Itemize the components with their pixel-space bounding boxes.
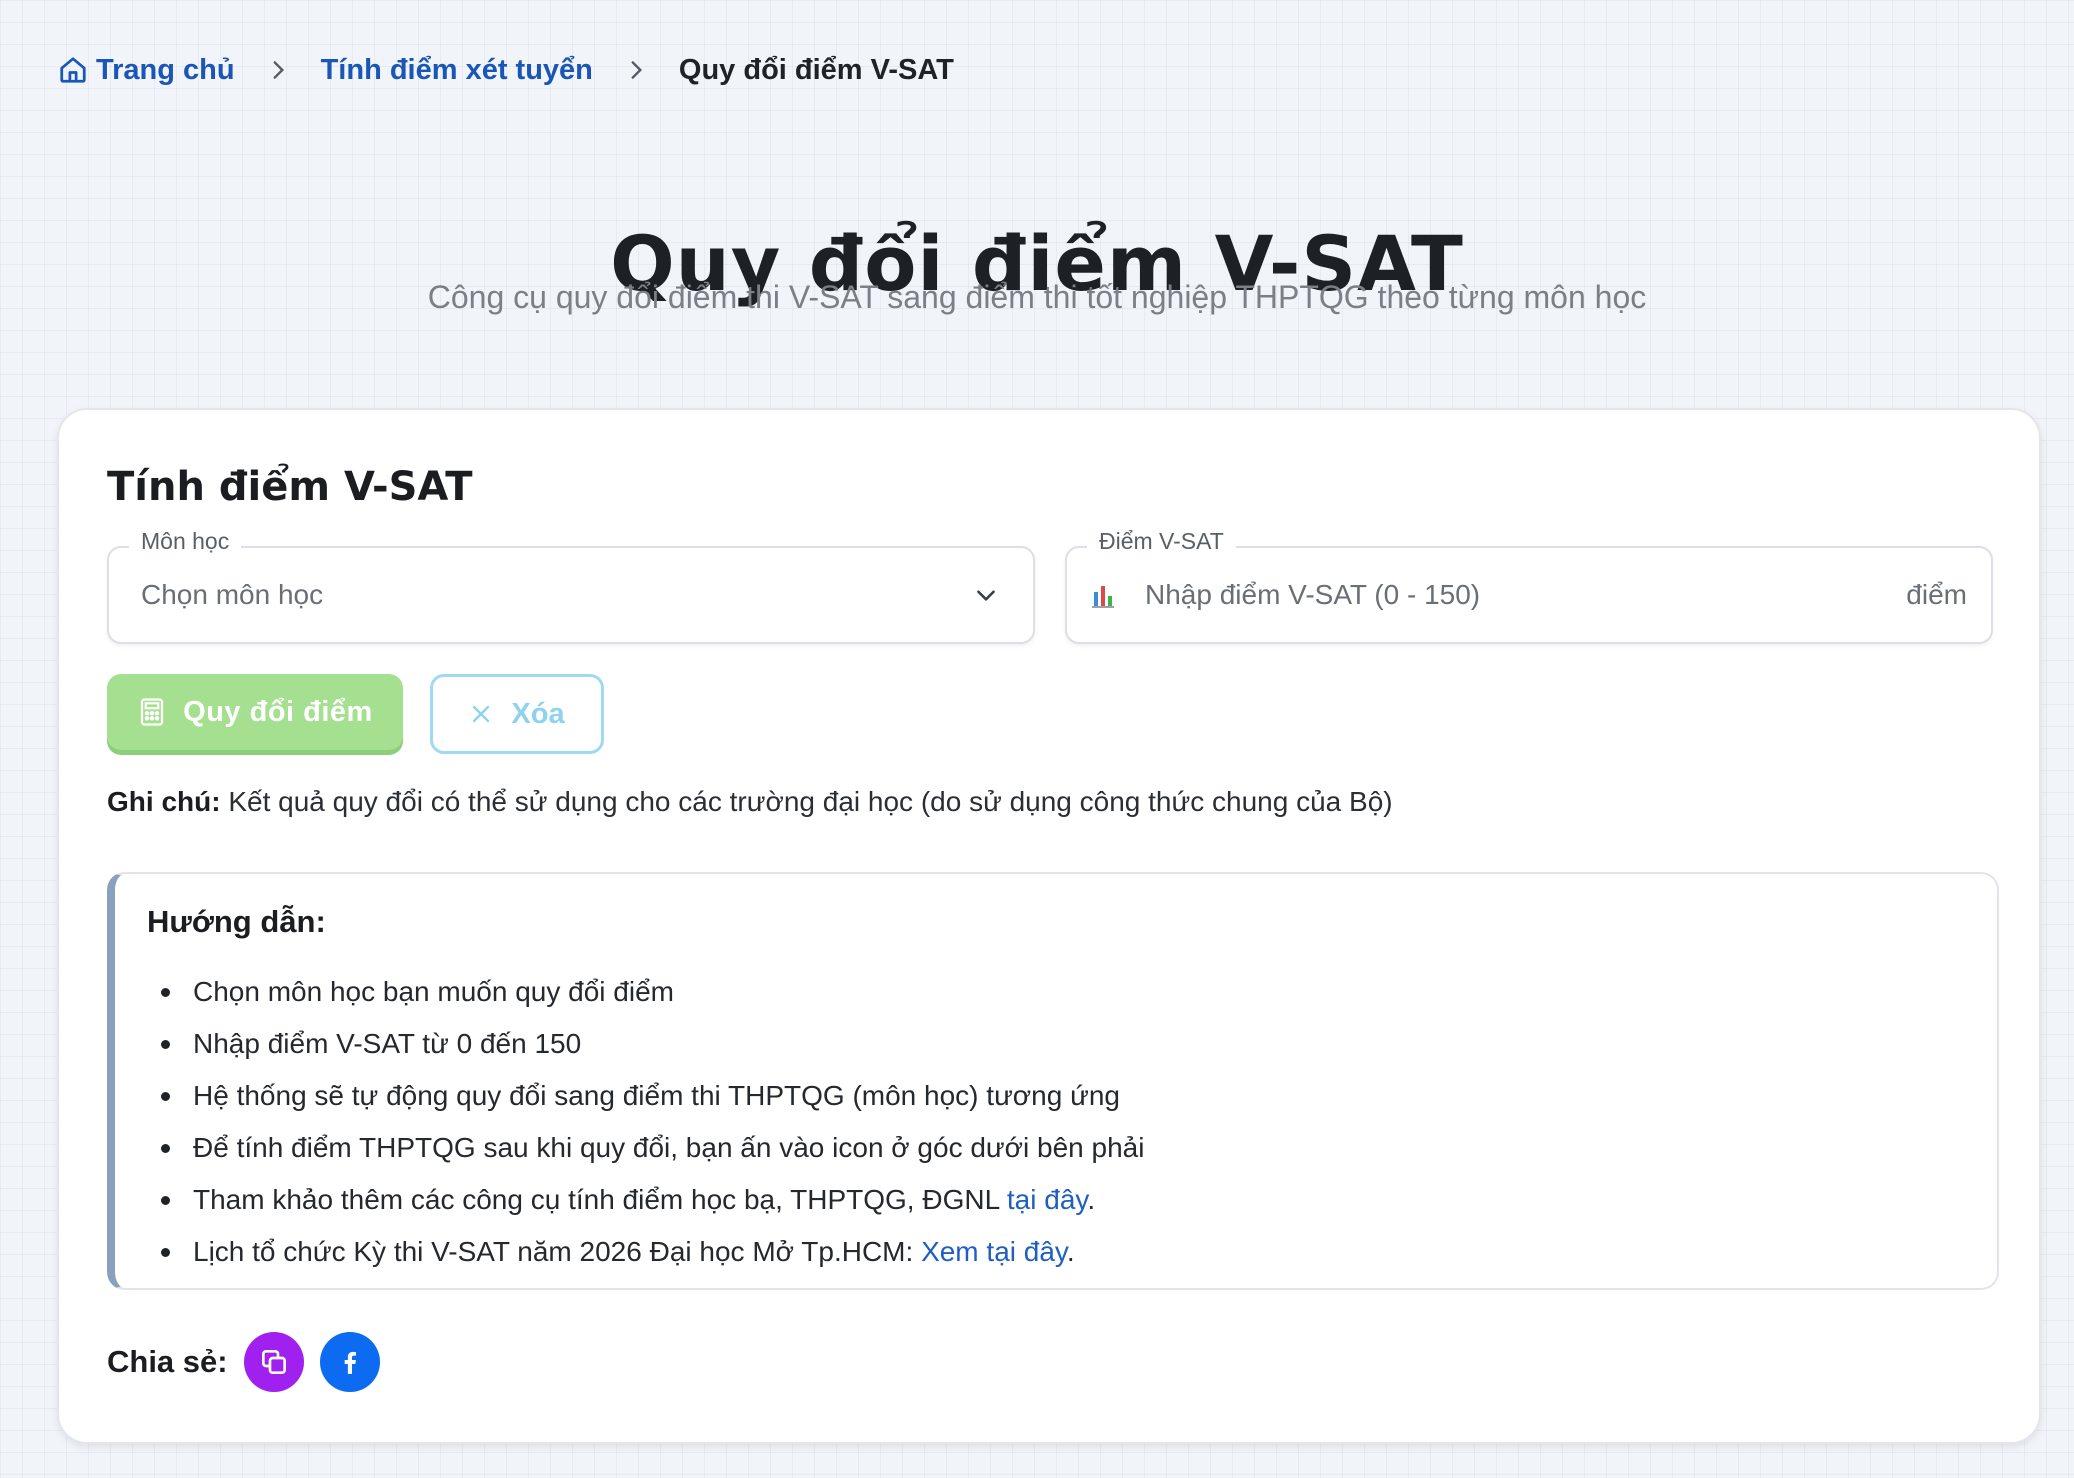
home-icon [60, 57, 86, 83]
tools-link[interactable]: tại đây [1007, 1184, 1087, 1215]
vsat-score-placeholder: Nhập điểm V-SAT (0 - 150) [1145, 579, 1481, 610]
breadcrumb-home-label: Trang chủ [96, 53, 235, 86]
guide-item: Để tính điểm THPTQG sau khi quy đổi, bạn… [147, 1122, 1144, 1174]
breadcrumb-home-link[interactable]: Trang chủ [58, 54, 235, 87]
breadcrumb-current: Quy đổi điểm V-SAT [678, 53, 954, 86]
close-icon [473, 705, 490, 723]
calculator-icon [141, 698, 164, 726]
guide-item: Nhập điểm V-SAT từ 0 đến 150 [147, 1018, 1144, 1070]
facebook-icon [344, 1351, 356, 1374]
chevron-right-icon [273, 61, 284, 79]
copy-icon [261, 1350, 286, 1374]
clear-button-label: Xóa [511, 697, 565, 730]
guide-title: Hướng dẫn: [147, 904, 326, 939]
note-label: Ghi chú: [107, 786, 221, 817]
note-text: Kết quả quy đổi có thể sử dụng cho các t… [220, 786, 1393, 817]
schedule-link[interactable]: Xem tại đây [921, 1236, 1067, 1267]
guide-item: Chọn môn học bạn muốn quy đổi điểm [147, 966, 1144, 1018]
guide-item-text: Lịch tổ chức Kỳ thi V-SAT năm 2026 Đại h… [193, 1236, 922, 1267]
clear-button[interactable]: Xóa [430, 674, 604, 754]
page-subtitle: Công cụ quy đổi điểm thi V-SAT sang điểm… [427, 279, 1647, 315]
score-unit: điểm [1906, 579, 1967, 610]
chevron-right-icon [631, 61, 642, 79]
guide-item-text: Tham khảo thêm các công cụ tính điểm học… [193, 1184, 1007, 1215]
guide-list: Chọn môn học bạn muốn quy đổi điểm Nhập … [147, 966, 1144, 1278]
guide-box: Hướng dẫn: Chọn môn học bạn muốn quy đổi… [107, 872, 1999, 1290]
period: . [1087, 1184, 1096, 1215]
chevron-down-icon [977, 590, 995, 601]
guide-item: Hệ thống sẽ tự động quy đổi sang điểm th… [147, 1070, 1144, 1122]
convert-button-label: Quy đổi điểm [183, 695, 373, 728]
note: Ghi chú: Kết quả quy đổi có thể sử dụng … [107, 786, 1393, 818]
bar-chart-icon [1092, 586, 1114, 608]
breadcrumb-parent-link[interactable]: Tính điểm xét tuyển [321, 54, 593, 87]
guide-item: Lịch tổ chức Kỳ thi V-SAT năm 2026 Đại h… [147, 1226, 1144, 1278]
share-section: Chia sẻ: [107, 1332, 396, 1392]
guide-item: Tham khảo thêm các công cụ tính điểm học… [147, 1174, 1144, 1226]
subject-placeholder: Chọn môn học [141, 579, 324, 610]
share-label: Chia sẻ: [107, 1344, 228, 1379]
breadcrumb: Trang chủ Tính điểm xét tuyển Quy đổi đi… [58, 50, 954, 90]
vsat-score-input[interactable]: Điểm V-SAT Nhập điểm V-SAT (0 - 150) điể… [1065, 528, 1993, 644]
converter-card: Tính điểm V-SAT Môn học Chọn môn học Điể… [57, 408, 2041, 1444]
subject-select[interactable]: Môn học Chọn môn học [107, 528, 1035, 644]
convert-button[interactable]: Quy đổi điểm [107, 674, 403, 750]
facebook-share-button[interactable] [319, 1332, 380, 1392]
period: . [1066, 1236, 1075, 1267]
card-title: Tính điểm V-SAT [107, 464, 473, 510]
copy-link-button[interactable] [243, 1332, 304, 1392]
